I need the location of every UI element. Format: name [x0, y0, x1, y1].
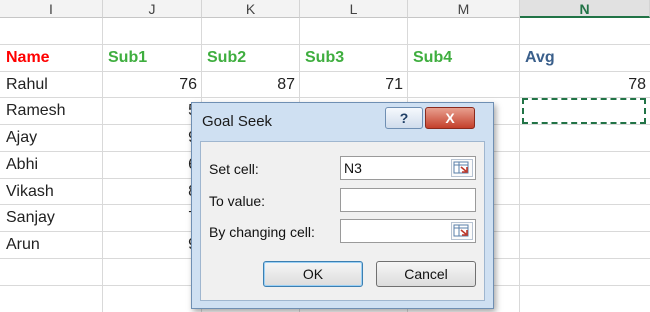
- set-cell-label: Set cell:: [209, 161, 259, 177]
- column-header-n[interactable]: N: [520, 0, 650, 18]
- column-header-k[interactable]: K: [202, 0, 300, 18]
- cell-sub1[interactable]: 7: [102, 205, 201, 231]
- set-cell-field[interactable]: N3: [340, 156, 476, 180]
- collapse-dialog-icon[interactable]: [451, 222, 473, 240]
- help-icon: ?: [400, 110, 409, 126]
- cell-name[interactable]: Ajay: [0, 125, 102, 151]
- ok-button[interactable]: OK: [263, 261, 363, 287]
- cell-sub1[interactable]: 8: [102, 179, 201, 205]
- cell-header-sub3[interactable]: Sub3: [299, 45, 407, 71]
- cell-name[interactable]: Rahul: [0, 72, 102, 98]
- collapse-dialog-icon[interactable]: [451, 159, 473, 177]
- cell-name[interactable]: Abhi: [0, 152, 102, 178]
- cell-sub1[interactable]: 76: [102, 72, 201, 98]
- cell-header-sub4[interactable]: Sub4: [407, 45, 519, 71]
- column-header-i[interactable]: I: [0, 0, 103, 18]
- set-cell-value: N3: [344, 160, 362, 176]
- column-header-l[interactable]: L: [300, 0, 408, 18]
- cancel-button[interactable]: Cancel: [376, 261, 476, 287]
- cell-name[interactable]: Arun: [0, 232, 102, 258]
- goal-seek-dialog: Goal Seek ? X Set cell: N3 To value: By …: [191, 102, 494, 309]
- changing-cell-field[interactable]: [340, 219, 476, 243]
- selected-cell-n3[interactable]: [522, 98, 646, 124]
- cell-avg[interactable]: 78: [519, 72, 650, 98]
- dialog-body: Set cell: N3 To value: By changing cell:: [200, 141, 485, 301]
- cell-name[interactable]: Vikash: [0, 179, 102, 205]
- cell-header-avg[interactable]: Avg: [519, 45, 650, 71]
- to-value-label: To value:: [209, 193, 266, 209]
- cell-sub1[interactable]: 9: [102, 232, 201, 258]
- help-button[interactable]: ?: [385, 107, 423, 129]
- cell-sub1[interactable]: 5: [102, 98, 201, 124]
- close-icon: X: [445, 110, 455, 126]
- cell-name[interactable]: Ramesh: [0, 98, 102, 124]
- cell-name[interactable]: Sanjay: [0, 205, 102, 231]
- cell-header-sub2[interactable]: Sub2: [201, 45, 299, 71]
- column-header-j[interactable]: J: [103, 0, 202, 18]
- svg-text:?: ?: [400, 110, 409, 126]
- dialog-title: Goal Seek: [202, 113, 273, 130]
- changing-cell-label: By changing cell:: [209, 224, 315, 240]
- cell-sub1[interactable]: 6: [102, 152, 201, 178]
- close-button[interactable]: X: [425, 107, 475, 129]
- cell-sub2[interactable]: 87: [201, 72, 299, 98]
- column-header-m[interactable]: M: [408, 0, 520, 18]
- cell-sub1[interactable]: 9: [102, 125, 201, 151]
- svg-text:X: X: [445, 110, 455, 126]
- cell-header-sub1[interactable]: Sub1: [102, 45, 201, 71]
- cell-header-name[interactable]: Name: [0, 45, 102, 71]
- to-value-field[interactable]: [340, 188, 476, 212]
- cell-sub3[interactable]: 71: [299, 72, 407, 98]
